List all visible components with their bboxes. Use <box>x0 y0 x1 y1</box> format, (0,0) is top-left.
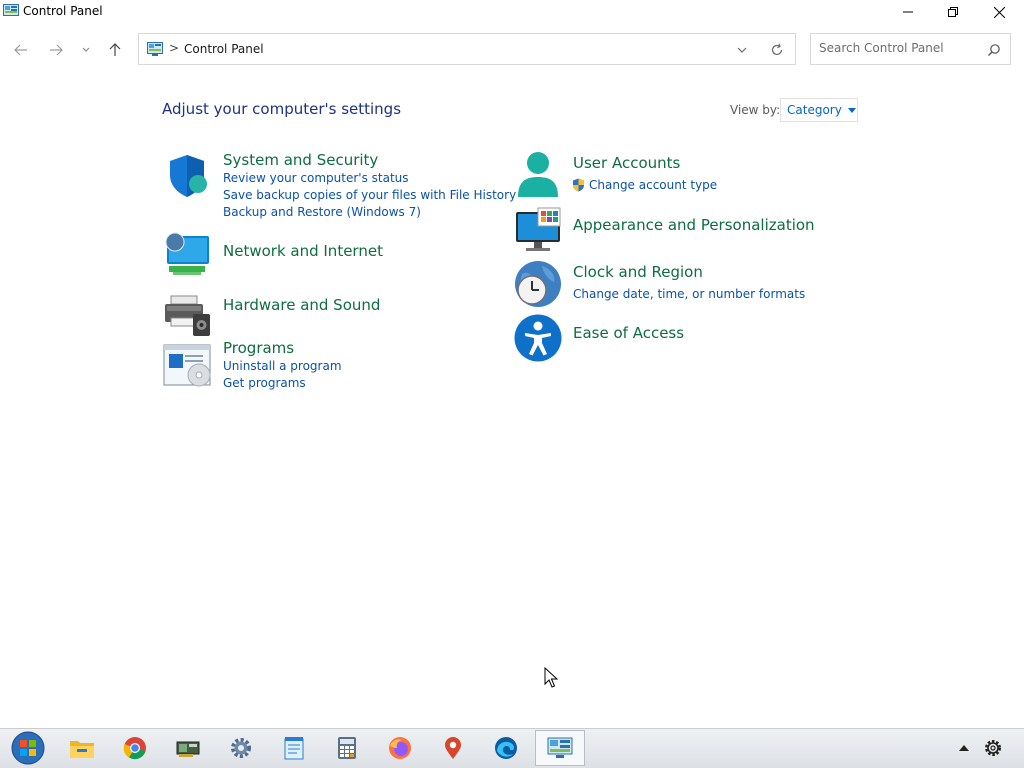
category-appearance[interactable]: Appearance and Personalization <box>573 216 815 234</box>
link-uninstall-program[interactable]: Uninstall a program <box>223 359 342 373</box>
clock-globe-icon[interactable] <box>514 260 562 308</box>
file-explorer-icon <box>70 741 94 758</box>
search-icon[interactable] <box>987 43 1001 57</box>
category-programs[interactable]: Programs <box>223 339 294 357</box>
link-change-date-time-formats[interactable]: Change date, time, or number formats <box>573 287 805 301</box>
taskbar-chrome[interactable] <box>117 732 153 764</box>
category-ease-of-access[interactable]: Ease of Access <box>573 324 684 342</box>
network-monitor-icon[interactable] <box>163 230 211 278</box>
user-accounts-icon[interactable] <box>514 151 562 199</box>
view-by-dropdown[interactable]: Category <box>780 98 858 122</box>
category-network-internet[interactable]: Network and Internet <box>223 242 383 260</box>
maps-pin-icon <box>445 737 461 759</box>
up-button[interactable] <box>103 38 127 62</box>
breadcrumb-control-panel[interactable]: Control Panel <box>184 42 264 56</box>
address-bar[interactable]: > Control Panel <box>138 33 796 65</box>
arrow-up-icon <box>109 43 121 56</box>
title-bar: Control Panel <box>0 0 1024 24</box>
minimize-icon <box>903 11 913 13</box>
restore-icon <box>948 7 958 17</box>
link-backup-restore[interactable]: Backup and Restore (Windows 7) <box>223 205 421 219</box>
link-get-programs[interactable]: Get programs <box>223 376 306 390</box>
category-user-accounts[interactable]: User Accounts <box>573 154 680 172</box>
minimize-button[interactable] <box>885 0 931 24</box>
taskbar-control-panel[interactable] <box>542 732 578 764</box>
mouse-cursor-icon <box>544 667 558 688</box>
close-button[interactable] <box>976 0 1022 24</box>
taskbar-settings[interactable] <box>223 732 259 764</box>
view-by-value: Category <box>787 103 842 117</box>
breadcrumb-separator[interactable]: > <box>169 41 179 55</box>
tray-settings-button[interactable] <box>981 737 1005 759</box>
back-button[interactable] <box>9 38 33 62</box>
link-change-account-type[interactable]: Change account type <box>589 178 717 192</box>
taskbar-firefox[interactable] <box>382 732 418 764</box>
edge-icon <box>495 737 517 759</box>
taskbar-edge[interactable] <box>488 732 524 764</box>
programs-icon[interactable] <box>163 343 211 391</box>
notepad-icon <box>284 737 304 760</box>
search-box[interactable] <box>810 33 1011 65</box>
link-file-history[interactable]: Save backup copies of your files with Fi… <box>223 188 516 202</box>
chrome-icon <box>123 737 146 760</box>
taskbar-maps[interactable] <box>435 732 471 764</box>
search-input[interactable] <box>819 41 979 55</box>
refresh-icon[interactable] <box>770 43 784 57</box>
show-hidden-icons-chevron <box>959 745 969 751</box>
security-shield-icon[interactable] <box>163 152 211 200</box>
tray-gear-icon <box>985 740 1001 756</box>
control-panel-icon <box>147 42 163 56</box>
chevron-down-icon[interactable] <box>735 43 749 57</box>
taskbar-file-explorer[interactable] <box>64 732 100 764</box>
taskbar-calculator[interactable] <box>329 732 365 764</box>
uac-shield-icon <box>573 178 584 192</box>
chevron-down-icon <box>82 47 90 52</box>
recent-locations-button[interactable] <box>76 38 96 62</box>
window-title: Control Panel <box>23 4 103 18</box>
start-orb-icon <box>11 731 45 765</box>
taskbar-gpu-tool[interactable] <box>170 732 206 764</box>
category-hardware-sound[interactable]: Hardware and Sound <box>223 296 380 314</box>
page-title: Adjust your computer's settings <box>162 100 402 118</box>
show-hidden-icons-button[interactable] <box>955 740 973 756</box>
ease-of-access-icon[interactable] <box>514 314 562 362</box>
arrow-left-icon <box>14 44 27 56</box>
gpu-card-icon <box>176 741 200 757</box>
appearance-monitor-icon[interactable] <box>514 206 562 254</box>
link-review-status[interactable]: Review your computer's status <box>223 171 409 185</box>
category-system-security[interactable]: System and Security <box>223 151 378 169</box>
settings-gear-icon <box>231 738 251 758</box>
view-by-label: View by: <box>730 103 781 117</box>
control-panel-icon <box>547 737 573 758</box>
maximize-button[interactable] <box>930 0 976 24</box>
start-button[interactable] <box>8 731 48 765</box>
forward-button[interactable] <box>44 38 68 62</box>
close-icon <box>993 6 1005 18</box>
calculator-icon <box>338 737 356 759</box>
firefox-icon <box>389 737 411 759</box>
category-clock-region[interactable]: Clock and Region <box>573 263 703 281</box>
caret-down-icon <box>847 107 856 113</box>
arrow-right-icon <box>50 44 63 56</box>
control-panel-icon <box>3 4 19 16</box>
taskbar-notepad[interactable] <box>276 732 312 764</box>
printer-speaker-icon[interactable] <box>163 292 211 340</box>
